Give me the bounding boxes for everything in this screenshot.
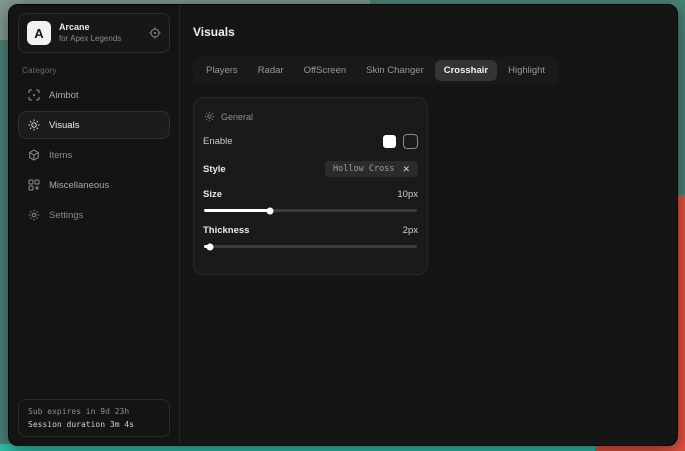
size-slider-thumb[interactable] <box>267 207 274 214</box>
size-row: Size 10px <box>203 189 418 200</box>
enable-row: Enable <box>203 134 418 149</box>
thickness-value: 2px <box>403 225 418 236</box>
sub-expires-text: Sub expires in 9d 23h <box>28 407 160 416</box>
session-duration-text: Session duration 3m 4s <box>28 420 160 429</box>
thickness-label: Thickness <box>203 225 249 236</box>
color-swatch[interactable] <box>383 135 396 148</box>
chip-remove-icon[interactable]: ✕ <box>402 165 410 174</box>
enable-label: Enable <box>203 136 233 147</box>
sidebar-item-settings[interactable]: Settings <box>18 201 170 229</box>
category-label: Category <box>22 66 166 75</box>
sidebar: A Arcane for Apex Legends Category <box>9 5 180 445</box>
aimbot-crosshair-icon <box>28 89 40 101</box>
tab-offscreen[interactable]: OffScreen <box>295 60 356 81</box>
app-logo: A <box>27 21 51 45</box>
thickness-slider[interactable] <box>204 245 417 248</box>
page-title: Visuals <box>193 25 663 39</box>
sidebar-item-label: Miscellaneous <box>49 180 109 191</box>
tab-skin-changer[interactable]: Skin Changer <box>357 60 433 81</box>
tab-crosshair[interactable]: Crosshair <box>435 60 497 81</box>
panel-title: General <box>221 112 253 122</box>
app-window: A Arcane for Apex Legends Category <box>8 4 678 446</box>
misc-grid-icon <box>28 179 40 191</box>
sidebar-item-miscellaneous[interactable]: Miscellaneous <box>18 171 170 199</box>
style-label: Style <box>203 164 226 175</box>
sidebar-item-aimbot[interactable]: Aimbot <box>18 81 170 109</box>
main-content: Visuals Players Radar OffScreen Skin Cha… <box>180 5 677 445</box>
sidebar-item-label: Aimbot <box>49 90 79 101</box>
tab-highlight[interactable]: Highlight <box>499 60 554 81</box>
thickness-row: Thickness 2px <box>203 225 418 236</box>
app-subtitle: for Apex Legends <box>59 34 141 44</box>
size-slider-fill <box>204 209 270 212</box>
size-slider[interactable] <box>204 209 417 212</box>
subscription-info-card: Sub expires in 9d 23h Session duration 3… <box>18 399 170 437</box>
panel-header: General <box>204 111 417 122</box>
app-name: Arcane <box>59 22 141 33</box>
settings-gear-icon <box>28 209 40 221</box>
items-cube-icon <box>28 149 40 161</box>
tab-radar[interactable]: Radar <box>249 60 293 81</box>
sidebar-item-items[interactable]: Items <box>18 141 170 169</box>
sidebar-item-label: Visuals <box>49 120 79 131</box>
visuals-eye-icon <box>28 119 40 131</box>
style-row: Style Hollow Cross ✕ <box>203 161 418 177</box>
sidebar-item-label: Items <box>49 150 72 161</box>
desktop-wallpaper: A Arcane for Apex Legends Category <box>0 0 685 451</box>
thickness-slider-thumb[interactable] <box>207 243 214 250</box>
tab-players[interactable]: Players <box>197 60 247 81</box>
sidebar-item-label: Settings <box>49 210 83 221</box>
general-gear-icon <box>204 111 215 122</box>
general-panel: General Enable Style Hollow Cross ✕ <box>193 97 428 275</box>
target-icon[interactable] <box>149 27 161 39</box>
brand-card: A Arcane for Apex Legends <box>18 13 170 53</box>
enable-checkbox[interactable] <box>403 134 418 149</box>
tab-bar: Players Radar OffScreen Skin Changer Cro… <box>193 57 558 84</box>
size-label: Size <box>203 189 222 200</box>
style-selected-value: Hollow Cross <box>333 164 394 174</box>
sidebar-item-visuals[interactable]: Visuals <box>18 111 170 139</box>
style-select-chip[interactable]: Hollow Cross ✕ <box>325 161 418 177</box>
size-value: 10px <box>397 189 418 200</box>
